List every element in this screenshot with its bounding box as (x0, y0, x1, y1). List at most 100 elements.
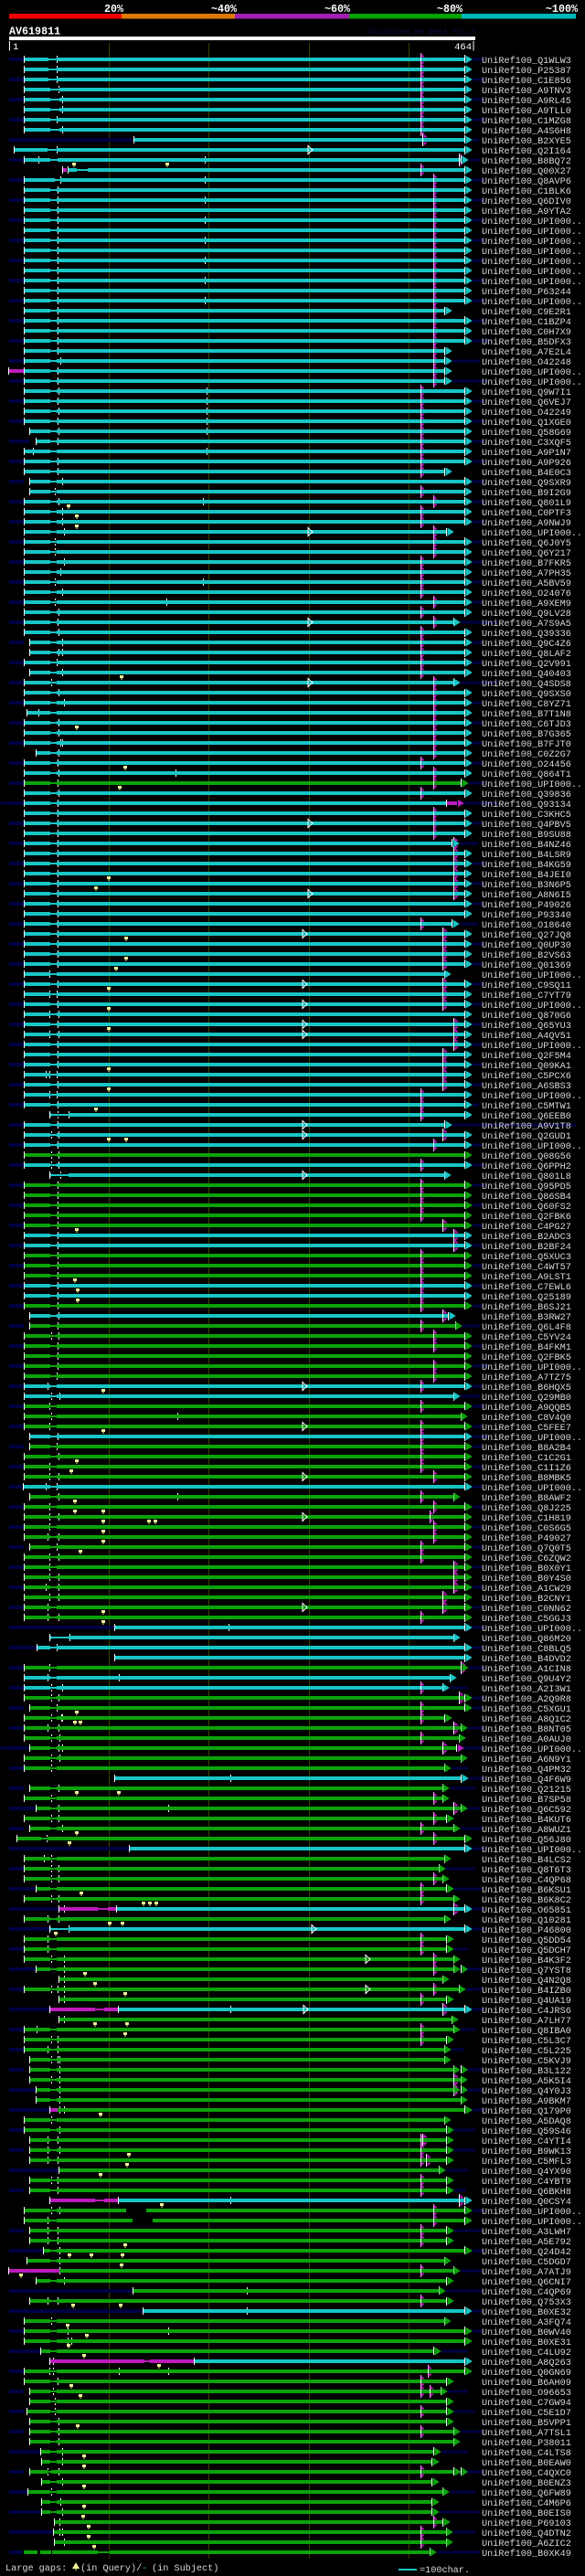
svg-text:UniRef100_Q2I164: UniRef100_Q2I164 (482, 146, 571, 157)
svg-text:UniRef100_UPI000..: UniRef100_UPI000.. (482, 217, 582, 228)
svg-text:UniRef100_UPI000..: UniRef100_UPI000.. (482, 267, 582, 278)
svg-text:UniRef100_B6K8C2: UniRef100_B6K8C2 (482, 1895, 571, 1906)
svg-text:UniRef100_C5YV24: UniRef100_C5YV24 (482, 1332, 571, 1343)
svg-text:UniRef100_A8N6I5: UniRef100_A8N6I5 (482, 890, 571, 901)
svg-text:UniRef100_C5DGD7: UniRef100_C5DGD7 (482, 2257, 571, 2268)
svg-text:UniRef100_Q801L9: UniRef100_Q801L9 (482, 498, 571, 509)
svg-text:UniRef100_A9RL45: UniRef100_A9RL45 (482, 96, 571, 107)
svg-text:UniRef100_UPI000..: UniRef100_UPI000.. (482, 1041, 582, 1052)
svg-text:UniRef100_Q4Y0J3: UniRef100_Q4Y0J3 (482, 2086, 571, 2097)
svg-text:UniRef100_Q00X27: UniRef100_Q00X27 (482, 166, 571, 177)
svg-text:UniRef100_A8WUZ1: UniRef100_A8WUZ1 (482, 1825, 571, 1836)
svg-text:UniRef100_C3XQF5: UniRef100_C3XQF5 (482, 438, 571, 449)
svg-text:UniRef100_A5K5I4: UniRef100_A5K5I4 (482, 2076, 571, 2087)
svg-text:UniRef100_B2ADC3: UniRef100_B2ADC3 (482, 1232, 571, 1243)
svg-text:UniRef100_C9E2R1: UniRef100_C9E2R1 (482, 307, 571, 318)
svg-text:UniRef100_UPI000..: UniRef100_UPI000.. (482, 1433, 582, 1444)
svg-text:UniRef100_C1E856: UniRef100_C1E856 (482, 76, 571, 87)
svg-text:UniRef100_Q4UA19: UniRef100_Q4UA19 (482, 1996, 571, 2007)
svg-text:UniRef100_Q39336: UniRef100_Q39336 (482, 629, 571, 640)
svg-text:UniRef100_Q6L4F8: UniRef100_Q6L4F8 (482, 1322, 571, 1333)
svg-text:UniRef100_C4PG27: UniRef100_C4PG27 (482, 1222, 571, 1233)
svg-text:UniRef100_Q1WLW3: UniRef100_Q1WLW3 (482, 56, 571, 67)
svg-text:UniRef100_Q9W7I1: UniRef100_Q9W7I1 (482, 387, 571, 398)
svg-text:UniRef100_A9NWJ9: UniRef100_A9NWJ9 (482, 518, 571, 529)
svg-text:UniRef100_UPI000..: UniRef100_UPI000.. (482, 1091, 582, 1102)
svg-text:UniRef100_Q8T6T3: UniRef100_Q8T6T3 (482, 1865, 571, 1876)
svg-text:UniRef100_B2VS63: UniRef100_B2VS63 (482, 950, 571, 961)
svg-text:UniRef100_B4KUT6: UniRef100_B4KUT6 (482, 1815, 571, 1826)
svg-text:UniRef100_Q6DIV0: UniRef100_Q6DIV0 (482, 196, 571, 207)
svg-text:UniRef100_C5XGU1: UniRef100_C5XGU1 (482, 1704, 571, 1715)
svg-text:UniRef100_A9BKM7: UniRef100_A9BKM7 (482, 2096, 571, 2107)
svg-text:UniRef100_Q2V991: UniRef100_Q2V991 (482, 659, 571, 670)
svg-text:UniRef100_C6ZQW2: UniRef100_C6ZQW2 (482, 1553, 571, 1564)
svg-text:UniRef100_A9P1N7: UniRef100_A9P1N7 (482, 448, 571, 459)
svg-text:UniRef100_C5FEE7: UniRef100_C5FEE7 (482, 1423, 571, 1434)
svg-text:UniRef100_UPI000..: UniRef100_UPI000.. (482, 237, 582, 248)
svg-text:1: 1 (13, 42, 18, 53)
svg-text:UniRef100_B5VPP1: UniRef100_B5VPP1 (482, 2418, 571, 2429)
svg-text:UniRef100_A6ZIC2: UniRef100_A6ZIC2 (482, 2539, 571, 2549)
svg-text:UniRef100_Q1XGE0: UniRef100_Q1XGE0 (482, 418, 571, 429)
svg-text:UniRef100_Q4YX90: UniRef100_Q4YX90 (482, 2167, 571, 2178)
svg-text:UniRef100_C7YT79: UniRef100_C7YT79 (482, 991, 571, 1002)
svg-text:UniRef100_C5PCX6: UniRef100_C5PCX6 (482, 1071, 571, 1082)
svg-text:UniRef100_B8AWF2: UniRef100_B8AWF2 (482, 1493, 571, 1504)
svg-text:AV619811: AV619811 (9, 26, 60, 38)
svg-text:UniRef100_Q86M20: UniRef100_Q86M20 (482, 1634, 571, 1645)
svg-text:UniRef100_O42248: UniRef100_O42248 (482, 357, 571, 368)
svg-text:UniRef100_O24456: UniRef100_O24456 (482, 759, 571, 770)
svg-text:UniRef100_Q24D42: UniRef100_Q24D42 (482, 2247, 571, 2258)
svg-text:UniRef100_A9P926: UniRef100_A9P926 (482, 458, 571, 469)
svg-text:UniRef100_UPI000..: UniRef100_UPI000.. (482, 297, 582, 308)
svg-text:UniRef100_B4DVD2: UniRef100_B4DVD2 (482, 1654, 571, 1665)
svg-text:UniRef100_B6HQX5: UniRef100_B6HQX5 (482, 1383, 571, 1394)
svg-text:UniRef100_C0PTF3: UniRef100_C0PTF3 (482, 508, 571, 519)
svg-text:UniRef100_C4QP69: UniRef100_C4QP69 (482, 2287, 571, 2298)
svg-text:UniRef100_A4QV51: UniRef100_A4QV51 (482, 1031, 571, 1042)
svg-text:UniRef100_B0EAW0: UniRef100_B0EAW0 (482, 2458, 571, 2469)
svg-text:UniRef100_A2I3W1: UniRef100_A2I3W1 (482, 1684, 571, 1695)
svg-text:UniRef100_B2CNY1: UniRef100_B2CNY1 (482, 1594, 571, 1605)
svg-text:UniRef100_B9SU88: UniRef100_B9SU88 (482, 830, 571, 841)
svg-text:UniRef100_B6KSU1: UniRef100_B6KSU1 (482, 1885, 571, 1896)
svg-text:UniRef100_Q59S46: UniRef100_Q59S46 (482, 2126, 571, 2137)
svg-text:UniRef100_A5DAQ8: UniRef100_A5DAQ8 (482, 2116, 571, 2127)
svg-text:UniRef100_P69103: UniRef100_P69103 (482, 2518, 571, 2529)
svg-text:UniRef100_Q39836: UniRef100_Q39836 (482, 790, 571, 800)
svg-text:UniRef100_A7ATJ9: UniRef100_A7ATJ9 (482, 2267, 571, 2278)
svg-text:UniRef100_A6SBS3: UniRef100_A6SBS3 (482, 1081, 571, 1092)
svg-text:UniRef100_A5E792: UniRef100_A5E792 (482, 2237, 571, 2248)
svg-text:UniRef100_Q01369: UniRef100_Q01369 (482, 960, 571, 971)
svg-text:UniRef100_UPI000..: UniRef100_UPI000.. (482, 1483, 582, 1494)
svg-text:UniRef100_A7TSL1: UniRef100_A7TSL1 (482, 2428, 571, 2439)
svg-text:UniRef100_C1H819: UniRef100_C1H819 (482, 1513, 571, 1524)
svg-text:UniRef100_C8V4Q0: UniRef100_C8V4Q0 (482, 1413, 571, 1424)
svg-text:UniRef100_P25387: UniRef100_P25387 (482, 66, 571, 77)
svg-text:UniRef100_Q9LV28: UniRef100_Q9LV28 (482, 609, 571, 620)
svg-text:UniRef100_B6SJ21: UniRef100_B6SJ21 (482, 1302, 571, 1313)
svg-text:UniRef100_B8MBK5: UniRef100_B8MBK5 (482, 1473, 571, 1484)
svg-text:UniRef100_C4LTS8: UniRef100_C4LTS8 (482, 2448, 571, 2459)
svg-text:AlignView.pm Beta rel.7: AlignView.pm Beta rel.7 (367, 27, 476, 37)
svg-text:UniRef100_A9QQB5: UniRef100_A9QQB5 (482, 1403, 571, 1414)
svg-text:UniRef100_Q27JQ8: UniRef100_Q27JQ8 (482, 930, 571, 941)
svg-text:UniRef100_A1CIN8: UniRef100_A1CIN8 (482, 1664, 571, 1675)
svg-text:UniRef100_B8BQ72: UniRef100_B8BQ72 (482, 156, 571, 167)
svg-text:UniRef100_Q2FBK6: UniRef100_Q2FBK6 (482, 1212, 571, 1223)
svg-text:UniRef100_Q9U4Y2: UniRef100_Q9U4Y2 (482, 1674, 571, 1685)
svg-text:UniRef100_B4JEI0: UniRef100_B4JEI0 (482, 870, 571, 881)
svg-text:UniRef100_C1BZP4: UniRef100_C1BZP4 (482, 317, 571, 328)
svg-text:UniRef100_O24076: UniRef100_O24076 (482, 588, 571, 599)
svg-text:UniRef100_Q801L8: UniRef100_Q801L8 (482, 1171, 571, 1182)
svg-text:UniRef100_Q2FBK5: UniRef100_Q2FBK5 (482, 1352, 571, 1363)
svg-text:~100%: ~100% (546, 3, 579, 16)
svg-text:UniRef100_Q8LAF2: UniRef100_Q8LAF2 (482, 649, 571, 660)
svg-text:UniRef100_UPI000..: UniRef100_UPI000.. (482, 257, 582, 268)
svg-text:UniRef100_B4IZB0: UniRef100_B4IZB0 (482, 1986, 571, 1997)
svg-text:UniRef100_Q0GN69: UniRef100_Q0GN69 (482, 2368, 571, 2379)
svg-text:UniRef100_Q21215: UniRef100_Q21215 (482, 1785, 571, 1796)
svg-text:20%: 20% (104, 3, 124, 16)
svg-text:UniRef100_Q870G6: UniRef100_Q870G6 (482, 1011, 571, 1022)
